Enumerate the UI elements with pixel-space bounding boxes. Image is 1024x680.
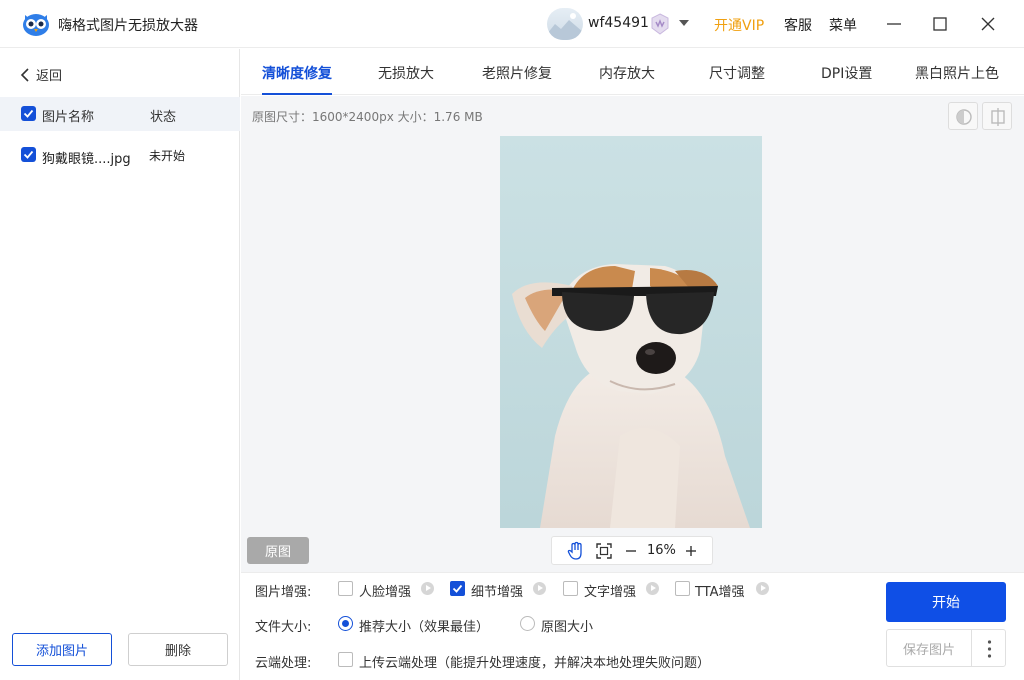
more-vertical-icon xyxy=(972,630,1007,668)
function-tabs: 清晰度修复 无损放大 老照片修复 内存放大 尺寸调整 DPI设置 黑白照片上色 xyxy=(241,49,1024,95)
check-icon xyxy=(23,149,34,160)
tab-clarity-repair[interactable]: 清晰度修复 xyxy=(262,63,332,83)
title-bar: 嗨格式图片无损放大器 wf45491 开通VIP 客服 菜单 xyxy=(0,0,1024,48)
split-view-button[interactable] xyxy=(982,102,1012,130)
check-icon xyxy=(452,583,463,594)
detail-enhance-checkbox[interactable] xyxy=(450,581,465,596)
file-list-header: 图片名称 状态 xyxy=(0,97,240,131)
recommended-size-label[interactable]: 推荐大小（效果最佳） xyxy=(359,616,489,635)
file-sidebar: 返回 图片名称 状态 狗戴眼镜....jpg 未开始 添加图片 删除 xyxy=(0,49,240,680)
tab-size-adjust[interactable]: 尺寸调整 xyxy=(709,63,765,83)
tab-memory-enlarge[interactable]: 内存放大 xyxy=(599,63,655,83)
text-enhance-label[interactable]: 文字增强 xyxy=(584,581,636,600)
zoom-in-icon[interactable] xyxy=(683,541,699,561)
vip-badge-icon xyxy=(648,12,672,36)
hand-pan-icon[interactable] xyxy=(567,541,585,561)
file-size-label: 文件大小: xyxy=(255,616,311,635)
face-enhance-checkbox[interactable] xyxy=(338,581,353,596)
tab-lossless-upscale[interactable]: 无损放大 xyxy=(378,63,434,83)
preview-image xyxy=(500,136,762,528)
check-icon xyxy=(23,108,34,119)
fit-screen-icon[interactable] xyxy=(594,541,614,561)
tta-enhance-label[interactable]: TTA增强 xyxy=(695,581,745,600)
column-header-name: 图片名称 xyxy=(42,106,94,125)
text-enhance-checkbox[interactable] xyxy=(563,581,578,596)
add-image-button[interactable]: 添加图片 xyxy=(12,633,112,666)
image-info: 原图尺寸：1600*2400px 大小：1.76 MB xyxy=(252,108,483,125)
zoom-toolbar: 16% xyxy=(551,536,713,565)
username[interactable]: wf45491 xyxy=(588,15,649,31)
back-label: 返回 xyxy=(36,65,62,84)
split-view-icon xyxy=(983,103,1013,131)
cloud-label: 云端处理: xyxy=(255,652,311,671)
start-button[interactable]: 开始 xyxy=(886,582,1006,622)
detail-enhance-demo-icon[interactable] xyxy=(533,582,546,595)
tab-old-photo-repair[interactable]: 老照片修复 xyxy=(482,63,552,83)
original-size-label[interactable]: 原图大小 xyxy=(541,616,593,635)
chevron-left-icon xyxy=(20,68,30,82)
enhance-label: 图片增强: xyxy=(255,581,311,600)
cloud-process-checkbox[interactable] xyxy=(338,652,353,667)
column-header-status: 状态 xyxy=(150,106,176,125)
contrast-icon xyxy=(949,103,979,131)
file-checkbox[interactable] xyxy=(21,147,36,162)
zoom-out-icon[interactable] xyxy=(623,541,639,561)
zoom-level: 16% xyxy=(647,543,676,558)
back-button[interactable]: 返回 xyxy=(20,65,62,84)
compare-toggle-button[interactable] xyxy=(948,102,978,130)
avatar[interactable] xyxy=(547,8,583,40)
save-image-button[interactable]: 保存图片 xyxy=(886,629,972,667)
select-all-checkbox[interactable] xyxy=(21,106,36,121)
tab-dpi-settings[interactable]: DPI设置 xyxy=(821,63,872,83)
customer-service-link[interactable]: 客服 xyxy=(784,15,812,35)
cloud-process-label[interactable]: 上传云端处理（能提升处理速度，并解决本地处理失败问题） xyxy=(359,652,710,671)
menu-link[interactable]: 菜单 xyxy=(829,15,857,35)
owl-logo-icon xyxy=(22,11,50,37)
original-size-radio[interactable] xyxy=(520,616,535,631)
tta-enhance-checkbox[interactable] xyxy=(675,581,690,596)
original-image-button[interactable]: 原图 xyxy=(247,537,309,564)
file-name: 狗戴眼镜....jpg xyxy=(42,148,131,167)
chevron-down-icon[interactable] xyxy=(678,18,690,28)
processing-options: 图片增强: 人脸增强 细节增强 文字增强 TTA增强 文件大小: 推荐大小（效果… xyxy=(241,572,1024,680)
face-enhance-demo-icon[interactable] xyxy=(421,582,434,595)
preview-area: 原图尺寸：1600*2400px 大小：1.76 MB xyxy=(241,96,1024,572)
minimize-icon[interactable] xyxy=(882,12,906,36)
text-enhance-demo-icon[interactable] xyxy=(646,582,659,595)
recommended-size-radio[interactable] xyxy=(338,616,353,631)
open-vip-link[interactable]: 开通VIP xyxy=(714,15,764,35)
file-status: 未开始 xyxy=(149,147,185,164)
detail-enhance-label[interactable]: 细节增强 xyxy=(471,581,523,600)
tta-enhance-demo-icon[interactable] xyxy=(756,582,769,595)
tab-colorize[interactable]: 黑白照片上色 xyxy=(915,63,999,83)
app-title: 嗨格式图片无损放大器 xyxy=(58,15,198,35)
close-icon[interactable] xyxy=(976,12,1000,36)
delete-button[interactable]: 删除 xyxy=(128,633,228,666)
maximize-icon[interactable] xyxy=(928,12,952,36)
more-options-button[interactable] xyxy=(971,629,1006,667)
face-enhance-label[interactable]: 人脸增强 xyxy=(359,581,411,600)
active-tab-indicator xyxy=(262,93,332,95)
